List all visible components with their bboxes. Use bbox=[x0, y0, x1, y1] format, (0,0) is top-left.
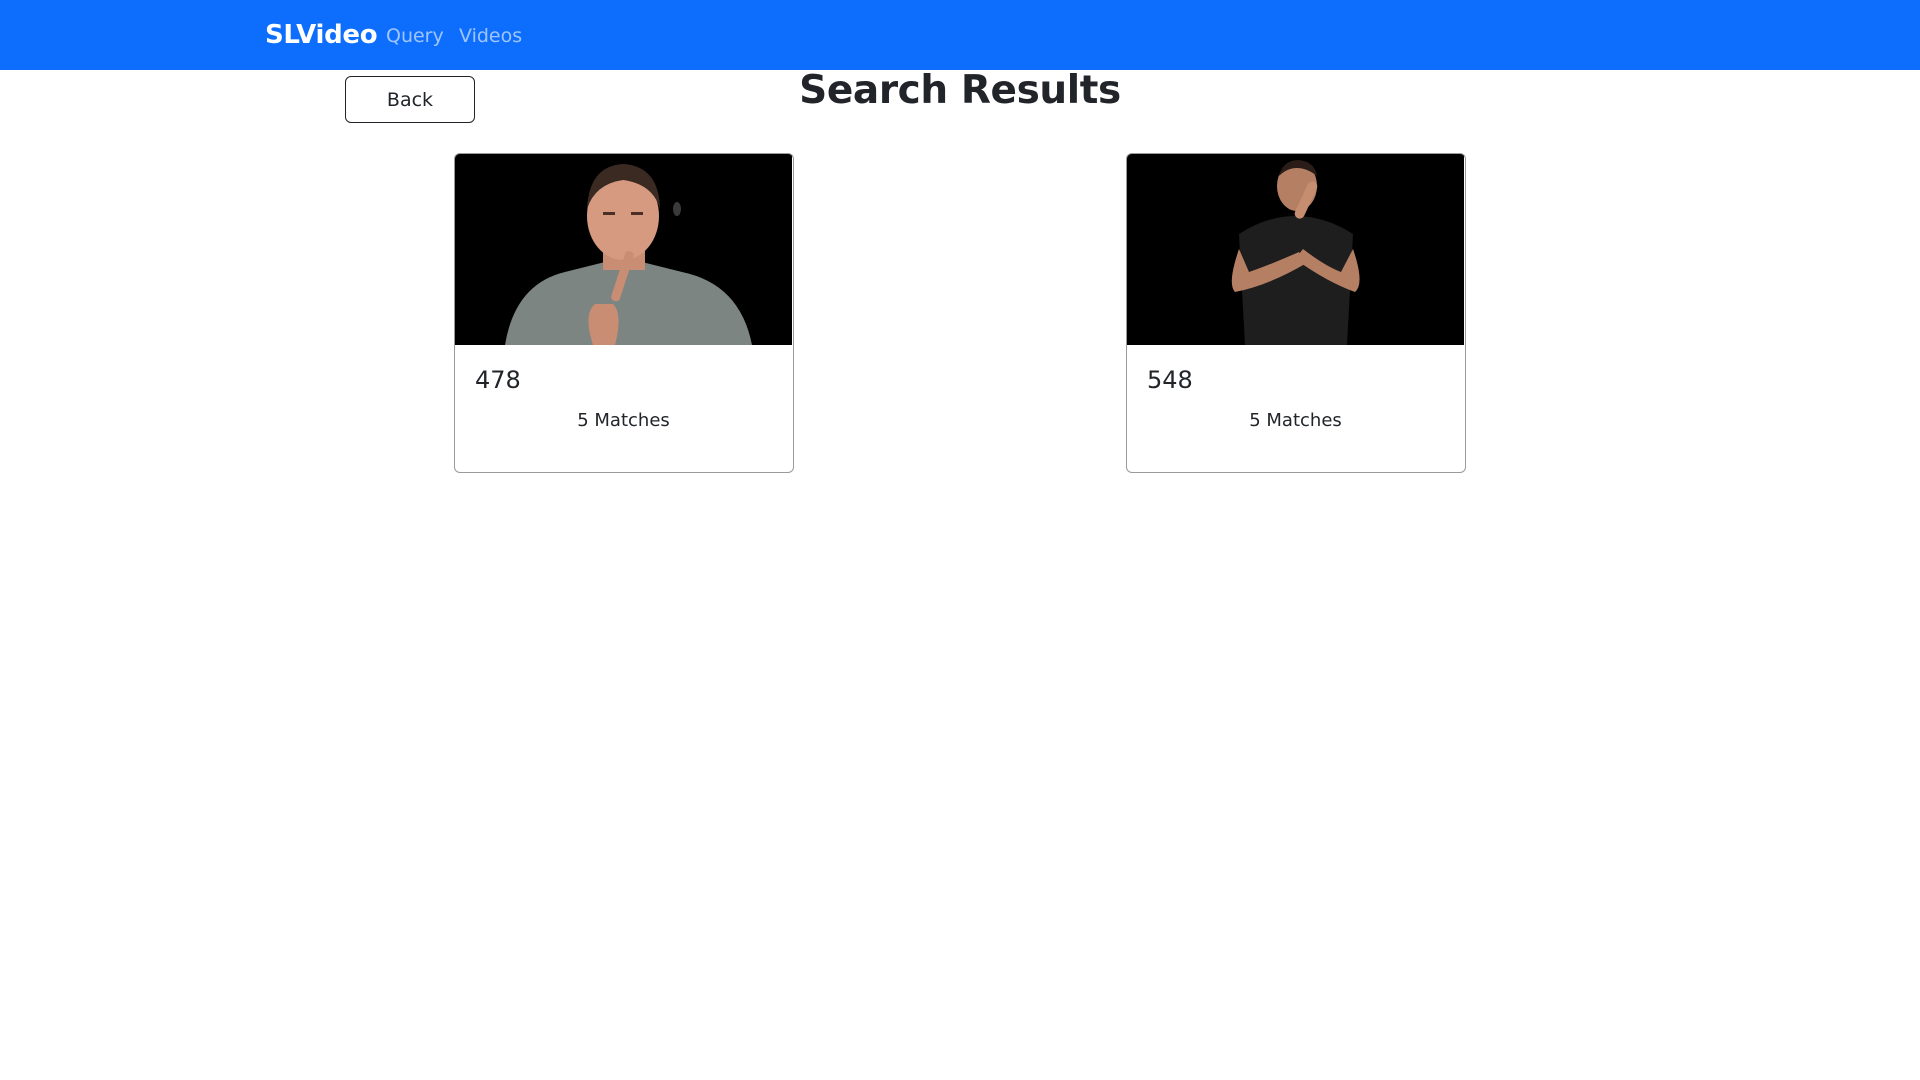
brand-link[interactable]: SLVideo bbox=[265, 0, 378, 70]
match-count: 5 Matches bbox=[1249, 410, 1342, 431]
nav-link-query[interactable]: Query bbox=[386, 0, 444, 70]
page-title: Search Results bbox=[799, 68, 1121, 113]
signer-thumbnail-image bbox=[455, 154, 792, 345]
top-navbar: SLVideo Query Videos bbox=[0, 0, 1920, 70]
video-id: 548 bbox=[1147, 366, 1193, 394]
nav-link-videos[interactable]: Videos bbox=[459, 0, 522, 70]
video-id: 478 bbox=[475, 366, 521, 394]
result-card[interactable]: 548 5 Matches bbox=[1126, 153, 1466, 473]
match-count: 5 Matches bbox=[577, 410, 670, 431]
signer-thumbnail-image bbox=[1127, 154, 1464, 345]
video-thumbnail[interactable] bbox=[455, 154, 792, 345]
video-thumbnail[interactable] bbox=[1127, 154, 1464, 345]
result-card[interactable]: 478 5 Matches bbox=[454, 153, 794, 473]
